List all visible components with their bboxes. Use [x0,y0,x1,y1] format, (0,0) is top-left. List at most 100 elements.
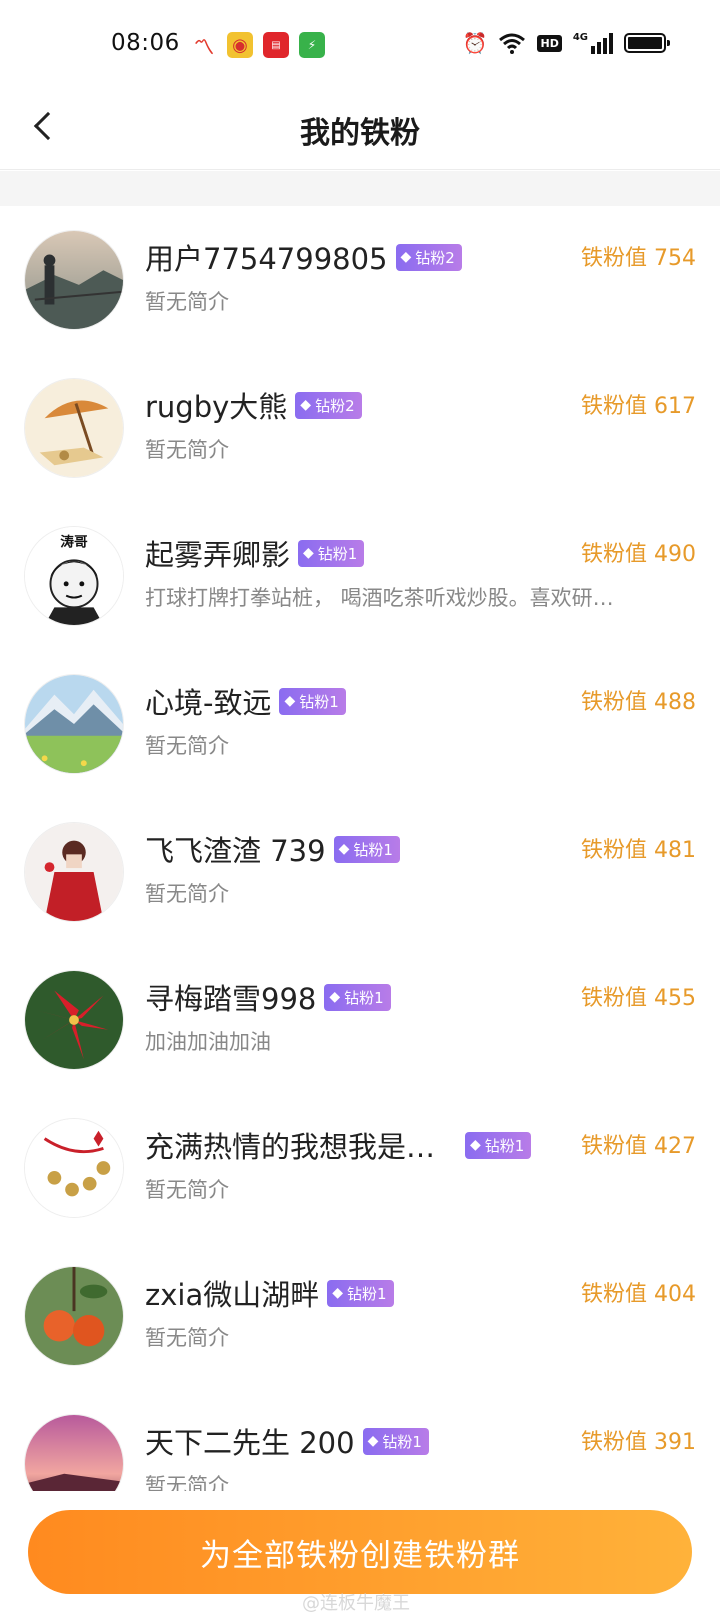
fan-row[interactable]: 天下二先生 200 ◆ 钻粉1 暂无简介 铁粉值 391 [0,1390,720,1491]
fan-bio: 暂无简介 [145,1326,229,1350]
fan-bio: 打球打牌打拳站桩， 喝酒吃茶听戏炒股。喜欢研… [145,586,614,610]
fan-row[interactable]: 寻梅踏雪998 ◆ 钻粉1 加油加油加油 铁粉值 455 [0,946,720,1094]
woman-red-dress-avatar[interactable] [24,822,124,922]
fan-name: 飞飞渣渣 739 [145,834,326,868]
badge-label: 钻粉2 [415,248,455,267]
fan-score: 铁粉值 488 [581,690,696,715]
fan-row[interactable]: zxia微山湖畔 ◆ 钻粉1 暂无简介 铁粉值 404 [0,1242,720,1390]
weibo-watermark: @连板牛魔王 [302,1593,410,1612]
fan-level-badge: ◆ 钻粉2 [295,391,362,419]
fan-name-line: 用户7754799805 ◆ 钻粉2 [145,236,462,278]
fan-name: 寻梅踏雪998 [145,982,317,1016]
cartoon-face-avatar[interactable]: 涛哥 [24,526,124,626]
fan-score: 铁粉值 427 [581,1134,696,1159]
section-divider [0,171,720,206]
fan-level-badge: ◆ 钻粉1 [333,835,400,863]
badge-label: 钻粉1 [299,692,339,711]
page-title: 我的铁粉 [300,116,420,151]
fan-row[interactable]: 涛哥 起雾弄卿影 ◆ 钻粉1 打球打牌打拳站桩， 喝酒吃茶听戏炒股。喜欢研… 铁粉… [0,502,720,650]
wifi-icon [499,33,526,54]
badge-label: 钻粉1 [344,988,384,1007]
fan-bio: 暂无简介 [145,882,229,906]
badge-label: 钻粉1 [317,544,358,563]
alarm-icon: ⏰ [462,31,488,55]
fan-name-line: 寻梅踏雪998 ◆ 钻粉1 [145,976,391,1018]
fan-row[interactable]: 充满热情的我想我是… ◆ 钻粉1 暂无简介 铁粉值 427 [0,1094,720,1242]
fan-bio: 加油加油加油 [145,1030,271,1054]
badge-label: 钻粉2 [315,396,355,415]
beach-umbrella-avatar[interactable] [24,378,124,478]
security-app-icon: ⚡ [299,32,325,58]
hd-icon: HD [537,34,562,52]
diamond-icon: ◆ [303,545,314,561]
fan-name: 起雾弄卿影 [145,538,291,572]
badge-label: 钻粉1 [484,1136,525,1155]
network-type-label: 4G [572,32,588,43]
status-time: 08:06 [111,30,180,56]
toutiao-icon: ▤ [263,32,289,58]
fan-row[interactable]: 用户7754799805 ◆ 钻粉2 暂无简介 铁粉值 754 [0,206,720,354]
fan-level-badge: ◆ 钻粉1 [279,687,346,715]
persimmon-avatar[interactable] [24,1266,124,1366]
fan-score: 铁粉值 754 [581,246,696,271]
diamond-icon: ◆ [470,1137,481,1153]
status-bar: 08:06 〽 ◉ ▤ ⚡ ⏰ HD 4G [0,0,720,86]
diamond-icon: ◆ [332,1285,343,1301]
fan-score: 铁粉值 490 [581,542,696,567]
fan-row[interactable]: rugby大熊 ◆ 钻粉2 暂无简介 铁粉值 617 [0,354,720,502]
fan-name: 心境-致远 [145,686,272,720]
fan-name: 用户7754799805 [145,242,388,276]
bottom-action-bar: 为全部铁粉创建铁粉群 @连板牛魔王 [0,1491,720,1612]
badge-label: 钻粉1 [353,840,393,859]
fan-name: rugby大熊 [145,390,288,424]
create-fan-group-button[interactable]: 为全部铁粉创建铁粉群 [28,1510,692,1594]
notification-icons: 〽 ◉ ▤ ⚡ [191,32,325,59]
fan-name: 充满热情的我想我是… [145,1130,436,1164]
fan-name-line: 天下二先生 200 ◆ 钻粉1 [145,1420,429,1462]
fan-name: zxia微山湖畔 [145,1278,320,1312]
fan-score: 铁粉值 455 [581,986,696,1011]
fan-score: 铁粉值 391 [581,1430,696,1455]
avatar-caption: 涛哥 [60,534,88,551]
diamond-icon: ◆ [400,249,412,265]
fan-bio: 暂无简介 [145,290,229,314]
fan-row[interactable]: 心境-致远 ◆ 钻粉1 暂无简介 铁粉值 488 [0,650,720,798]
fan-level-badge: ◆ 钻粉1 [327,1279,394,1307]
fan-name-line: zxia微山湖畔 ◆ 钻粉1 [145,1272,394,1314]
mountain-person-avatar[interactable] [24,230,124,330]
diamond-icon: ◆ [367,1433,379,1449]
diamond-icon: ◆ [329,989,341,1005]
diamond-icon: ◆ [300,397,312,413]
sunset-avatar[interactable] [24,1414,124,1491]
fan-bio: 暂无简介 [145,1474,229,1491]
battery-icon [624,33,670,53]
fan-name-line: rugby大熊 ◆ 钻粉2 [145,384,362,426]
fan-score: 铁粉值 617 [581,394,696,419]
weibo-icon: ◉ [227,32,253,58]
badge-label: 钻粉1 [382,1432,422,1451]
fan-name: 天下二先生 200 [145,1426,355,1460]
fan-level-badge: ◆ 钻粉1 [465,1131,532,1159]
fan-level-badge: ◆ 钻粉1 [362,1427,429,1455]
fan-name-line: 充满热情的我想我是… ◆ 钻粉1 [145,1124,532,1166]
fan-bio: 暂无简介 [145,438,229,462]
badge-label: 钻粉1 [347,1284,387,1303]
fan-score: 铁粉值 481 [581,838,696,863]
chinese-knot-avatar[interactable] [24,1118,124,1218]
fan-row[interactable]: 飞飞渣渣 739 ◆ 钻粉1 暂无简介 铁粉值 481 [0,798,720,946]
fan-level-badge: ◆ 钻粉1 [324,983,391,1011]
diamond-icon: ◆ [284,693,296,709]
app-header: 我的铁粉 [0,86,720,170]
fan-name-line: 心境-致远 ◆ 钻粉1 [145,680,346,722]
fan-bio: 暂无简介 [145,1178,229,1202]
diamond-icon: ◆ [338,841,350,857]
fan-score: 铁粉值 404 [581,1282,696,1307]
fan-bio: 暂无简介 [145,734,229,758]
fan-list[interactable]: 用户7754799805 ◆ 钻粉2 暂无简介 铁粉值 754 rugby大熊 ◆… [0,206,720,1491]
stock-app-icon: 〽 [194,34,214,59]
mountain-meadow-avatar[interactable] [24,674,124,774]
signal-4g-icon: 4G [573,32,613,54]
system-icons: ⏰ HD 4G [462,30,670,56]
red-flower-avatar[interactable] [24,970,124,1070]
fan-name-line: 起雾弄卿影 ◆ 钻粉1 [145,532,365,574]
